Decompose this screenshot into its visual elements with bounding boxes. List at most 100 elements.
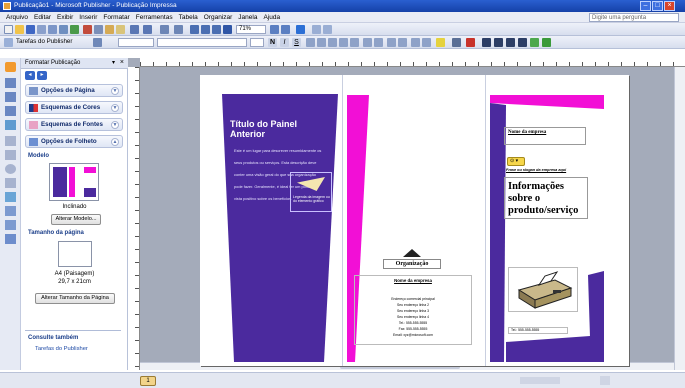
- section-color-schemes[interactable]: Esquemas de Cores ▼: [25, 101, 123, 114]
- menu-janela[interactable]: Janela: [238, 12, 257, 23]
- open-icon[interactable]: [15, 25, 24, 34]
- menu-organizar[interactable]: Organizar: [204, 12, 233, 23]
- phone-right[interactable]: Tel.: 555-555-5555: [508, 327, 568, 334]
- printer-image[interactable]: [508, 267, 578, 312]
- forward-icon[interactable]: ▸: [37, 71, 47, 80]
- dash-style-icon[interactable]: [494, 38, 503, 47]
- organization-label[interactable]: Organização: [383, 259, 441, 269]
- oval-icon[interactable]: [5, 164, 16, 174]
- format-painter-icon[interactable]: [116, 25, 125, 34]
- columns-icon[interactable]: [212, 25, 221, 34]
- maximize-button[interactable]: □: [652, 1, 663, 11]
- line-icon[interactable]: [5, 136, 16, 146]
- search-icon[interactable]: [37, 25, 46, 34]
- font-size-select[interactable]: [250, 38, 264, 47]
- ask-question-input[interactable]: Digite uma pergunta: [589, 13, 679, 22]
- section-font-schemes[interactable]: Esquemas de Fontes ▼: [25, 118, 123, 131]
- rectangle-icon[interactable]: [5, 178, 16, 188]
- bring-forward-icon[interactable]: [160, 25, 169, 34]
- change-page-size-button[interactable]: Alterar Tamanho da Página: [35, 293, 115, 304]
- copy-icon[interactable]: [94, 25, 103, 34]
- 3d-style-icon[interactable]: [530, 38, 539, 47]
- task-pane-icon[interactable]: [4, 38, 13, 47]
- pointer-icon[interactable]: [5, 62, 16, 72]
- section-brochure-options[interactable]: Opções de Folheto ▲: [25, 135, 123, 148]
- fill-color-icon[interactable]: [436, 38, 445, 47]
- menu-formatar[interactable]: Formatar: [103, 12, 129, 23]
- color-scheme-icon[interactable]: [542, 38, 551, 47]
- menu-tabela[interactable]: Tabela: [179, 12, 198, 23]
- distribute-icon[interactable]: [350, 38, 359, 47]
- menu-ajuda[interactable]: Ajuda: [263, 12, 280, 23]
- numbering-icon[interactable]: [363, 38, 372, 47]
- justify-icon[interactable]: [339, 38, 348, 47]
- company-tagline[interactable]: Frase ou slogan da empresa aqui: [506, 168, 590, 172]
- paste-icon[interactable]: [105, 25, 114, 34]
- save-icon[interactable]: [26, 25, 35, 34]
- align-center-icon[interactable]: [317, 38, 326, 47]
- align-right-icon[interactable]: [328, 38, 337, 47]
- menu-exibir[interactable]: Exibir: [57, 12, 73, 23]
- undo-icon[interactable]: [130, 25, 139, 34]
- insert-hyperlink-icon[interactable]: [201, 25, 210, 34]
- underline-icon[interactable]: S: [292, 38, 301, 47]
- line-color-icon[interactable]: [452, 38, 461, 47]
- smart-tag-icon[interactable]: ⊙ ▾: [507, 157, 525, 166]
- paragraph-icon[interactable]: [223, 25, 232, 34]
- horizontal-ruler[interactable]: [140, 58, 685, 67]
- styles-icon[interactable]: [93, 38, 102, 47]
- autoshapes-icon[interactable]: [5, 192, 16, 202]
- wordart-icon[interactable]: [5, 106, 16, 116]
- back-icon[interactable]: ◂: [25, 71, 35, 80]
- left-panel[interactable]: Título do Painel Anterior Este é um luga…: [200, 75, 343, 366]
- align-left-icon[interactable]: [306, 38, 315, 47]
- page-navigator-icon[interactable]: 1: [140, 376, 156, 386]
- cut-icon[interactable]: [83, 25, 92, 34]
- increase-font-icon[interactable]: [411, 38, 420, 47]
- close-button[interactable]: ×: [664, 1, 675, 11]
- zoom-select[interactable]: 71%: [236, 25, 266, 34]
- font-color-icon[interactable]: [466, 38, 475, 47]
- table-icon[interactable]: [5, 92, 16, 102]
- bullets-icon[interactable]: [374, 38, 383, 47]
- address-box[interactable]: Nome da empresa Endereço comercial princ…: [354, 275, 472, 345]
- right-panel[interactable]: Nome da empresa ⊙ ▾ Frase ou slogan da e…: [486, 75, 629, 366]
- font-name-select[interactable]: [157, 38, 247, 47]
- brochure-page[interactable]: Título do Painel Anterior Este é um luga…: [200, 75, 629, 366]
- toolbar-options-icon[interactable]: [312, 25, 321, 34]
- decrease-font-icon[interactable]: [422, 38, 431, 47]
- company-name-box[interactable]: Nome da empresa: [504, 127, 586, 145]
- design-gallery-icon[interactable]: [5, 234, 16, 244]
- increase-indent-icon[interactable]: [398, 38, 407, 47]
- insert-table-icon[interactable]: [190, 25, 199, 34]
- decrease-indent-icon[interactable]: [387, 38, 396, 47]
- redo-icon[interactable]: [143, 25, 152, 34]
- menu-ferramentas[interactable]: Ferramentas: [136, 12, 173, 23]
- close-pane-icon[interactable]: ×: [120, 59, 124, 66]
- bold-icon[interactable]: N: [268, 38, 277, 47]
- hot-spot-icon[interactable]: [5, 206, 16, 216]
- info-title-box[interactable]: Informações sobre o produto/serviço: [504, 177, 588, 219]
- vertical-scrollbar[interactable]: [674, 67, 685, 370]
- line-style-icon[interactable]: [482, 38, 491, 47]
- arrow-style-icon[interactable]: [506, 38, 515, 47]
- help-icon[interactable]: [296, 25, 305, 34]
- shadow-style-icon[interactable]: [518, 38, 527, 47]
- page-size-thumbnail[interactable]: [58, 241, 92, 267]
- chevron-down-icon[interactable]: ▾: [112, 59, 115, 66]
- style-select[interactable]: [118, 38, 154, 47]
- print-icon[interactable]: [48, 25, 57, 34]
- picture-icon[interactable]: [5, 120, 16, 130]
- arrow-icon[interactable]: [5, 150, 16, 160]
- menu-arquivo[interactable]: Arquivo: [6, 12, 28, 23]
- text-box-icon[interactable]: [5, 78, 16, 88]
- tasks-label[interactable]: Tarefas do Publisher: [16, 38, 72, 45]
- zoom-out-icon[interactable]: [270, 25, 279, 34]
- send-backward-icon[interactable]: [174, 25, 183, 34]
- publisher-tasks-link[interactable]: Tarefas do Publisher: [35, 346, 88, 352]
- spelling-icon[interactable]: [70, 25, 79, 34]
- print-preview-icon[interactable]: [59, 25, 68, 34]
- middle-panel[interactable]: Organização Nome da empresa Endereço com…: [343, 75, 486, 366]
- vertical-ruler[interactable]: [128, 67, 140, 370]
- section-page-options[interactable]: Opções de Página ▼: [25, 84, 123, 97]
